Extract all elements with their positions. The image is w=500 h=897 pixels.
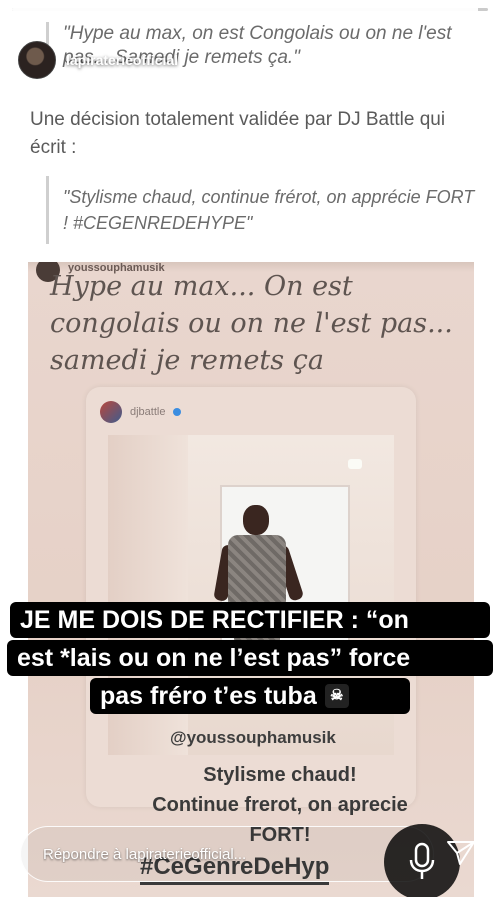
microphone-icon bbox=[409, 842, 435, 879]
story-username[interactable]: lapiraterieofficial bbox=[66, 52, 178, 68]
embedded-text-line-1: Stylisme chaud! bbox=[203, 764, 357, 786]
embedded-mention: @youssouphamusik bbox=[170, 728, 336, 747]
story-progress-bar bbox=[12, 8, 488, 11]
repost-header: djbattle bbox=[100, 401, 182, 423]
reply-placeholder: Répondre à lapiraterieofficial... bbox=[43, 845, 247, 863]
speaker-muted-icon[interactable] bbox=[426, 48, 450, 72]
repost-avatar bbox=[100, 401, 122, 423]
reply-input[interactable]: Répondre à lapiraterieofficial... bbox=[20, 826, 434, 882]
pause-icon[interactable] bbox=[390, 48, 414, 72]
overlay-line-1: JE ME DOIS DE RECTIFIER : “on bbox=[10, 602, 490, 638]
article-paragraph: Une décision totalement validée par DJ B… bbox=[30, 109, 446, 158]
overlay-line-3-text: pas fréro t’es tuba bbox=[100, 682, 317, 710]
overlay-line-3: pas fréro t’es tuba ☠ bbox=[90, 678, 410, 714]
article-quote-2: "Stylisme chaud, continue frérot, on app… bbox=[46, 176, 482, 244]
repost-username: djbattle bbox=[130, 406, 166, 418]
send-icon[interactable] bbox=[446, 838, 476, 868]
story-header: lapiraterieofficial bbox=[18, 40, 486, 80]
embedded-text-line-2: Continue frerot, on aprecie bbox=[152, 794, 408, 816]
story-progress-fill bbox=[12, 8, 479, 11]
embedded-caption: Hype au max... On est congolais ou on ne… bbox=[50, 271, 453, 376]
avatar[interactable] bbox=[18, 41, 56, 79]
story-overlay-caption: JE ME DOIS DE RECTIFIER : “on est *lais … bbox=[0, 602, 500, 714]
verified-badge-icon bbox=[173, 408, 182, 416]
story-header-controls bbox=[390, 48, 486, 72]
more-icon[interactable] bbox=[462, 48, 486, 72]
pirate-flag-icon: ☠ bbox=[324, 684, 349, 708]
overlay-line-2: est *lais ou on ne l’est pas” force bbox=[7, 640, 493, 676]
photo-lamp bbox=[348, 459, 362, 469]
